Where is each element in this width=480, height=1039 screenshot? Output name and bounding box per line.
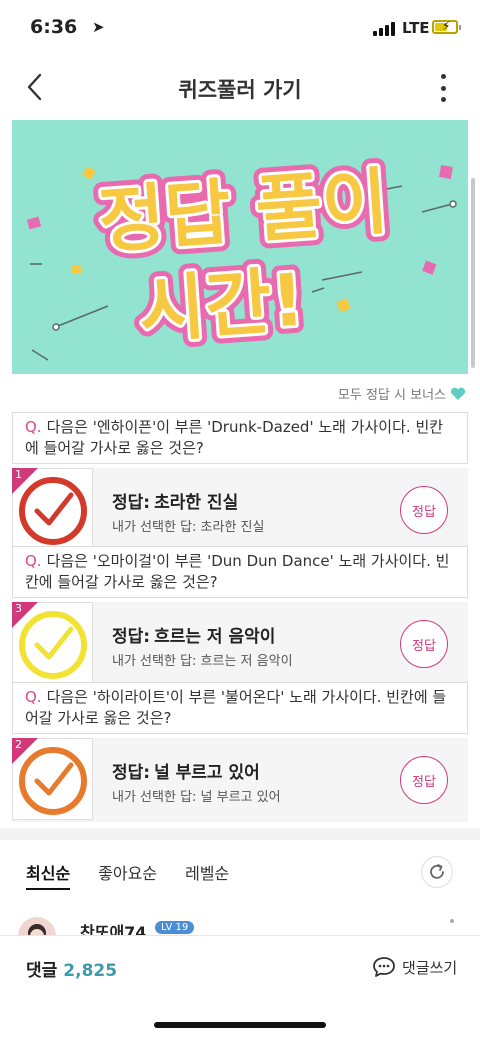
status-bar: 6:36 ➤ LTE ⚡: [0, 0, 480, 60]
number-badge-text: 1: [15, 468, 22, 481]
write-comment-button[interactable]: 댓글쓰기: [372, 956, 457, 978]
correct-answer-text: 널 부르고 있어: [154, 763, 260, 783]
correct-badge-button[interactable]: 정답: [400, 620, 448, 668]
refresh-icon: [430, 864, 444, 879]
question-text: 다음은 '엔하이픈'이 부른 'Drunk-Dazed' 노래 가사이다. 빈칸…: [25, 418, 444, 457]
question-marker: Q.: [25, 688, 42, 706]
signal-icon: [373, 22, 395, 36]
avatar[interactable]: [18, 917, 56, 935]
more-menu-icon[interactable]: [436, 74, 450, 102]
refresh-button[interactable]: [421, 856, 453, 888]
level-badge: LV 19: [155, 921, 195, 934]
banner-art: 정답 풀이 정답 풀이 시간! 시간!: [26, 151, 457, 361]
bonus-label: 모두 정답 시 보너스: [337, 388, 446, 403]
correct-answer-label: 정답: [112, 763, 144, 783]
banner-title-line2: 시간!: [136, 257, 307, 352]
bonus-note: 모두 정답 시 보너스: [338, 384, 466, 403]
question-text: 다음은 '하이라이트'이 부른 '불어온다' 노래 가사이다. 빈칸에 들어갈 …: [25, 688, 447, 727]
my-answer-label: 내가 선택한 답:: [112, 520, 197, 535]
comment-item: 찬또애74 LV 19: [0, 905, 480, 935]
quiz-item: Q. 다음은 '오마이걸'이 부른 'Dun Dun Dance' 노래 가사이다…: [12, 546, 468, 686]
correct-answer-text: 흐르는 저 음악이: [154, 627, 276, 647]
quiz-question: Q. 다음은 '엔하이픈'이 부른 'Drunk-Dazed' 노래 가사이다. …: [12, 412, 468, 464]
nav-header: 퀴즈풀러 가기: [0, 60, 480, 118]
my-answer: 내가 선택한 답: 널 부르고 있어: [112, 786, 281, 805]
correct-badge-button[interactable]: 정답: [400, 756, 448, 804]
sort-tabs: 최신순 좋아요순 레벨순: [26, 860, 229, 890]
comment-nickname[interactable]: 찬또애74: [80, 919, 146, 935]
page-title: 퀴즈풀러 가기: [178, 78, 302, 102]
tab-latest[interactable]: 최신순: [26, 860, 71, 890]
correct-answer: 정답: 널 부르고 있어: [112, 763, 260, 783]
comment-more-icon[interactable]: [450, 919, 454, 923]
tab-likes[interactable]: 좋아요순: [98, 860, 157, 890]
correct-answer-label: 정답: [112, 627, 144, 647]
section-divider: [0, 828, 480, 840]
quiz-question: Q. 다음은 '오마이걸'이 부른 'Dun Dun Dance' 노래 가사이다…: [12, 546, 468, 598]
home-indicator[interactable]: [154, 1022, 326, 1028]
comment-count: 댓글 2,825: [26, 956, 117, 981]
comment-count-value: 2,825: [63, 961, 118, 981]
scrollbar[interactable]: [471, 178, 475, 368]
my-answer-text: 흐르는 저 음악이: [200, 654, 293, 669]
question-marker: Q.: [25, 418, 42, 436]
answer-card[interactable]: 1 정답: 초라한 진실 내가 선택한 답: 초라한 진실 정답: [12, 468, 468, 552]
my-answer: 내가 선택한 답: 초라한 진실: [112, 516, 264, 535]
answer-card[interactable]: 2 정답: 널 부르고 있어 내가 선택한 답: 널 부르고 있어 정답: [12, 738, 468, 822]
quiz-item: Q. 다음은 '하이라이트'이 부른 '불어온다' 노래 가사이다. 빈칸에 들어…: [12, 682, 468, 822]
correct-answer: 정답: 초라한 진실: [112, 493, 239, 513]
my-answer: 내가 선택한 답: 흐르는 저 음악이: [112, 650, 293, 669]
correct-badge-button[interactable]: 정답: [400, 486, 448, 534]
tab-level[interactable]: 레벨순: [185, 860, 229, 890]
banner-title-line1: 정답 풀이: [96, 159, 391, 263]
my-answer-text: 초라한 진실: [200, 520, 265, 535]
battery-icon: ⚡: [432, 19, 458, 34]
correct-answer-label: 정답: [112, 493, 144, 513]
write-comment-label: 댓글쓰기: [402, 958, 458, 977]
correct-answer-text: 초라한 진실: [154, 493, 239, 513]
heart-icon: [450, 387, 466, 400]
question-text: 다음은 '오마이걸'이 부른 'Dun Dun Dance' 노래 가사이다. …: [25, 552, 450, 591]
my-answer-label: 내가 선택한 답:: [112, 790, 197, 805]
network-label: LTE: [402, 19, 430, 37]
battery-cap: [459, 25, 461, 30]
location-arrow-icon: ➤: [92, 18, 105, 36]
answer-banner: 정답 풀이 정답 풀이 시간! 시간!: [12, 120, 468, 374]
my-answer-text: 널 부르고 있어: [200, 790, 281, 805]
status-time: 6:36: [30, 16, 78, 38]
correct-answer: 정답: 흐르는 저 음악이: [112, 627, 276, 647]
number-badge-text: 2: [15, 738, 22, 751]
comment-count-label: 댓글: [26, 961, 58, 981]
my-answer-label: 내가 선택한 답:: [112, 654, 197, 669]
quiz-item: Q. 다음은 '엔하이픈'이 부른 'Drunk-Dazed' 노래 가사이다. …: [12, 412, 468, 552]
answer-card[interactable]: 3 정답: 흐르는 저 음악이 내가 선택한 답: 흐르는 저 음악이 정답: [12, 602, 468, 686]
number-badge-text: 3: [15, 602, 22, 615]
quiz-question: Q. 다음은 '하이라이트'이 부른 '불어온다' 노래 가사이다. 빈칸에 들어…: [12, 682, 468, 734]
chat-bubble-icon: [373, 957, 395, 977]
question-marker: Q.: [25, 552, 42, 570]
